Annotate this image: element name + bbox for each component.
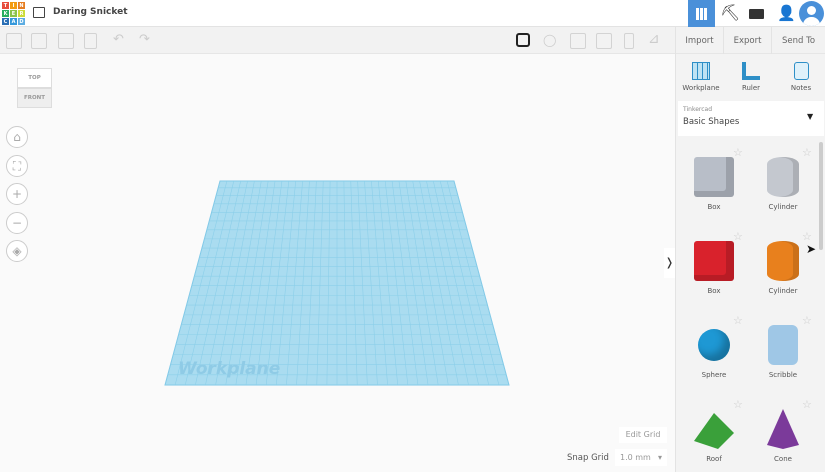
star-icon[interactable]: ☆ (733, 230, 743, 243)
shape-label: Cylinder (768, 287, 798, 295)
cylinder-shape-icon (767, 241, 799, 281)
chevron-right-icon: ❭ (664, 256, 675, 269)
workplane-icon (692, 62, 710, 80)
notes-tool[interactable]: Notes (776, 62, 825, 92)
export-button[interactable]: Export (723, 27, 771, 54)
shape-label: Scribble (768, 371, 798, 379)
cylinder-shape-icon (767, 157, 799, 197)
send-to-button[interactable]: Send To (771, 27, 825, 54)
workplane-tool[interactable]: Workplane (676, 62, 726, 92)
notes-icon (793, 62, 809, 80)
ruler-tool[interactable]: Ruler (726, 62, 776, 92)
library-source: Tinkercad (683, 106, 713, 113)
tool-label: Notes (790, 84, 812, 92)
shape-label: Box (707, 287, 721, 295)
snap-grid-value: 1.0 mm (620, 453, 651, 462)
star-icon[interactable]: ☆ (802, 398, 812, 411)
shape-label: Cylinder (768, 203, 798, 211)
shapes-panel: Workplane Ruler Notes Tinkercad Basic Sh… (675, 54, 825, 472)
workplane-label: Workplane (178, 359, 281, 379)
roof-shape-icon (694, 413, 734, 449)
shape-box[interactable]: Box ☆ (684, 230, 744, 295)
grid-icon (695, 7, 708, 20)
scrollbar[interactable] (819, 142, 823, 250)
shape-cylinder[interactable]: Cylinder ☆ (753, 230, 813, 295)
3d-view-button[interactable] (688, 0, 715, 27)
library-name: Basic Shapes (683, 117, 740, 127)
snap-grid-select[interactable]: 1.0 mm ▾ (615, 449, 667, 466)
star-icon[interactable]: ☆ (733, 398, 743, 411)
pickaxe-icon[interactable]: ⛏ (720, 3, 740, 22)
collapse-panel-button[interactable]: ❭ (664, 248, 675, 278)
edit-grid-button[interactable]: Edit Grid (619, 427, 667, 443)
box-shape-icon (694, 241, 734, 281)
shape-label: Cone (774, 455, 792, 463)
workplane[interactable] (0, 0, 675, 472)
star-icon[interactable]: ☆ (802, 314, 812, 327)
shape-roof[interactable]: Roof ☆ (684, 398, 744, 463)
scribble-shape-icon (768, 325, 798, 365)
shape-cone[interactable]: Cone ☆ (753, 398, 813, 463)
avatar[interactable] (799, 1, 824, 26)
snap-grid-label: Snap Grid (567, 453, 609, 463)
mouse-cursor-icon: ➤ (806, 242, 817, 256)
library-select[interactable]: Tinkercad Basic Shapes ▼ (678, 101, 824, 136)
shape-scribble[interactable]: Scribble ☆ (753, 314, 813, 379)
add-user-icon[interactable]: 👤 (777, 4, 796, 22)
ruler-icon (742, 62, 760, 80)
shape-box[interactable]: Box ☆ (684, 146, 744, 211)
tool-label: Ruler (741, 84, 761, 92)
star-icon[interactable]: ☆ (733, 314, 743, 327)
bricks-icon[interactable] (749, 9, 764, 19)
tool-label: Workplane (682, 84, 720, 92)
cone-shape-icon (767, 409, 799, 449)
sphere-shape-icon (698, 329, 730, 361)
import-button[interactable]: Import (675, 27, 723, 54)
dropdown-caret-icon: ▼ (807, 112, 814, 121)
shape-cylinder[interactable]: Cylinder ☆ (753, 146, 813, 211)
shape-label: Box (707, 203, 721, 211)
shape-label: Sphere (701, 371, 727, 379)
caret-icon: ▾ (657, 453, 662, 462)
star-icon[interactable]: ☆ (802, 146, 812, 159)
shape-label: Roof (706, 455, 722, 463)
star-icon[interactable]: ☆ (733, 146, 743, 159)
box-shape-icon (694, 157, 734, 197)
shape-sphere[interactable]: Sphere ☆ (684, 314, 744, 379)
